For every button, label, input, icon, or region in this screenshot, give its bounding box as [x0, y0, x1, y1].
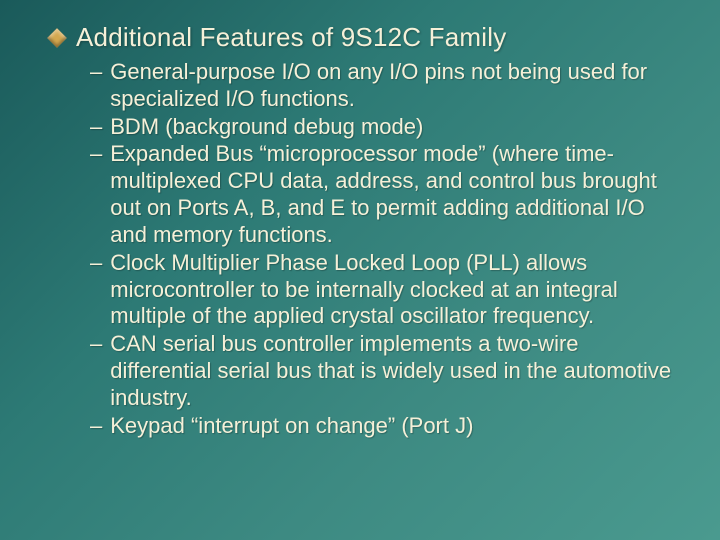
list-item-text: General-purpose I/O on any I/O pins not … — [110, 59, 680, 113]
dash-icon: – — [90, 59, 102, 86]
list-item-text: BDM (background debug mode) — [110, 114, 680, 141]
slide-container: Additional Features of 9S12C Family – Ge… — [0, 0, 720, 540]
dash-icon: – — [90, 114, 102, 141]
list-item-text: Expanded Bus “microprocessor mode” (wher… — [110, 141, 680, 248]
slide-heading: Additional Features of 9S12C Family — [76, 22, 506, 53]
list-item: – Expanded Bus “microprocessor mode” (wh… — [90, 141, 680, 248]
list-item: – Keypad “interrupt on change” (Port J) — [90, 413, 680, 440]
heading-row: Additional Features of 9S12C Family — [50, 22, 680, 53]
list-item: – Clock Multiplier Phase Locked Loop (PL… — [90, 250, 680, 330]
dash-icon: – — [90, 331, 102, 358]
dash-icon: – — [90, 250, 102, 277]
sub-list: – General-purpose I/O on any I/O pins no… — [90, 59, 680, 440]
list-item-text: Clock Multiplier Phase Locked Loop (PLL)… — [110, 250, 680, 330]
list-item-text: CAN serial bus controller implements a t… — [110, 331, 680, 411]
dash-icon: – — [90, 141, 102, 168]
list-item: – BDM (background debug mode) — [90, 114, 680, 141]
list-item: – CAN serial bus controller implements a… — [90, 331, 680, 411]
list-item: – General-purpose I/O on any I/O pins no… — [90, 59, 680, 113]
diamond-bullet-icon — [47, 28, 67, 48]
list-item-text: Keypad “interrupt on change” (Port J) — [110, 413, 680, 440]
dash-icon: – — [90, 413, 102, 440]
